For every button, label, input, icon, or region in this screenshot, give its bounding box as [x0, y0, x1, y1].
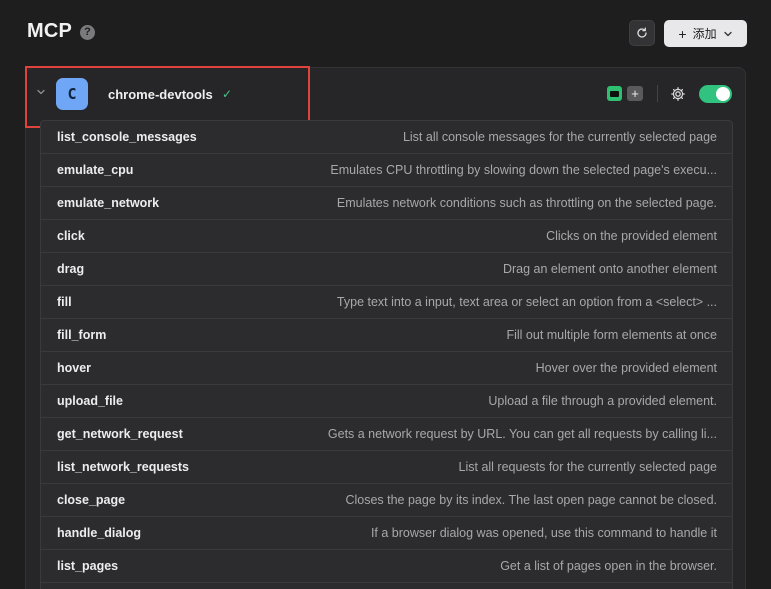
- toggle-knob: [716, 87, 730, 101]
- tool-row[interactable]: hover Hover over the provided element: [41, 352, 732, 385]
- help-icon[interactable]: ?: [80, 25, 95, 40]
- tool-row[interactable]: drag Drag an element onto another elemen…: [41, 253, 732, 286]
- page-title: MCP: [27, 20, 73, 42]
- tool-row[interactable]: fill_form Fill out multiple form element…: [41, 319, 732, 352]
- tool-name: fill_form: [57, 328, 107, 342]
- tool-name: hover: [57, 361, 92, 375]
- tool-description: List all console messages for the curren…: [402, 130, 717, 144]
- tool-name: fill: [57, 295, 72, 309]
- tool-row[interactable]: close_page Closes the page by its index.…: [41, 484, 732, 517]
- server-name: chrome-devtools: [108, 87, 213, 102]
- tool-description: Hover over the provided element: [535, 361, 717, 375]
- tool-row[interactable]: handle_dialog If a browser dialog was op…: [41, 517, 732, 550]
- tool-name: list_network_requests: [57, 460, 189, 474]
- tool-row[interactable]: list_network_requests List all requests …: [41, 451, 732, 484]
- add-tool-icon[interactable]: +: [627, 86, 643, 101]
- server-enabled-toggle[interactable]: [699, 85, 732, 103]
- tool-name: handle_dialog: [57, 526, 142, 540]
- tool-description: Drag an element onto another element: [502, 262, 717, 276]
- tool-name: get_network_request: [57, 427, 183, 441]
- add-button-label: 添加: [692, 27, 717, 41]
- tool-name: list_pages: [57, 559, 119, 573]
- tool-name: emulate_cpu: [57, 163, 134, 177]
- tool-row[interactable]: click Clicks on the provided element: [41, 220, 732, 253]
- server-avatar: C: [56, 78, 88, 110]
- tool-name: drag: [57, 262, 85, 276]
- tool-row[interactable]: list_pages Get a list of pages open in t…: [41, 550, 732, 583]
- plus-icon: +: [678, 25, 687, 42]
- gear-icon[interactable]: [670, 86, 686, 102]
- tool-description: If a browser dialog was opened, use this…: [370, 526, 717, 540]
- add-button[interactable]: + 添加: [664, 20, 747, 47]
- tool-name: list_console_messages: [57, 130, 197, 144]
- tool-name: emulate_network: [57, 196, 160, 210]
- tool-row[interactable]: get_network_request Gets a network reque…: [41, 418, 732, 451]
- divider: [657, 85, 658, 102]
- tool-name: upload_file: [57, 394, 123, 408]
- tool-row[interactable]: fill Type text into a input, text area o…: [41, 286, 732, 319]
- tool-description: Emulates network conditions such as thro…: [336, 196, 717, 210]
- tool-row[interactable]: upload_file Upload a file through a prov…: [41, 385, 732, 418]
- tool-description: Fill out multiple form elements at once: [506, 328, 717, 342]
- tool-row[interactable]: emulate_cpu Emulates CPU throttling by s…: [41, 154, 732, 187]
- tool-description: List all requests for the currently sele…: [458, 460, 717, 474]
- tool-description: Clicks on the provided element: [546, 229, 717, 243]
- tool-description: Get a list of pages open in the browser.: [500, 559, 717, 573]
- tools-list: list_console_messages List all console m…: [40, 120, 733, 589]
- terminal-icon[interactable]: [607, 86, 622, 101]
- tool-description: Upload a file through a provided element…: [488, 394, 717, 408]
- tool-description: Gets a network request by URL. You can g…: [327, 427, 717, 441]
- tool-name: close_page: [57, 493, 126, 507]
- chevron-down-icon: [723, 31, 732, 36]
- tool-row[interactable]: emulate_network Emulates network conditi…: [41, 187, 732, 220]
- collapse-chevron-icon[interactable]: [36, 87, 46, 100]
- tool-description: Closes the page by its index. The last o…: [345, 493, 717, 507]
- tool-description: Emulates CPU throttling by slowing down …: [330, 163, 717, 177]
- tool-row[interactable]: list_console_messages List all console m…: [41, 121, 732, 154]
- refresh-icon: [637, 27, 647, 38]
- status-check-icon: ✓: [222, 87, 233, 101]
- tool-description: Type text into a input, text area or sel…: [336, 295, 717, 309]
- refresh-button[interactable]: [629, 20, 655, 46]
- mcp-settings-page: MCP ? + 添加 C chrome-devtools ✓ + list_co…: [0, 0, 771, 589]
- tool-name: click: [57, 229, 85, 243]
